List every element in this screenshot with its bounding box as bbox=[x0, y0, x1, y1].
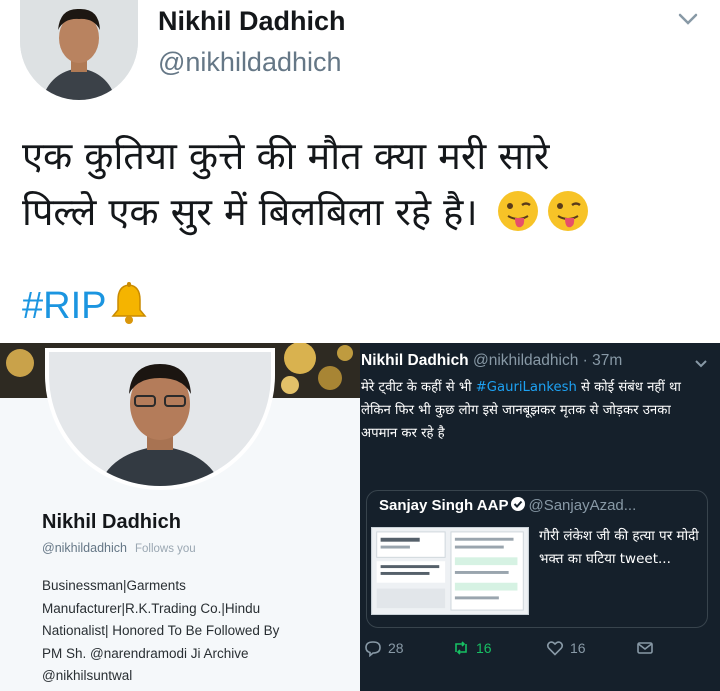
envelope-icon bbox=[637, 642, 653, 654]
bell-icon bbox=[111, 282, 148, 324]
reply-tweet: Nikhil Dadhich @nikhildadhich · 37m मेरे… bbox=[360, 343, 720, 691]
bio-line: Businessman|Garments bbox=[42, 578, 186, 593]
retweet-count: 16 bbox=[476, 640, 492, 656]
follows-you-badge: Follows you bbox=[134, 543, 196, 555]
heart-icon bbox=[546, 641, 564, 656]
author-handle[interactable]: @nikhildadhich bbox=[158, 47, 342, 78]
verified-badge-icon bbox=[511, 497, 526, 511]
tweet-text: एक कुतिया कुत्ते की मौत क्या मरी सारे पि… bbox=[22, 128, 712, 240]
bio-line: PM Sh. @narendramodi Ji Archive bbox=[42, 645, 249, 661]
bio-line: Manufacturer|R.K.Trading Co.|Hindu bbox=[42, 600, 261, 616]
author-name[interactable]: Nikhil Dadhich bbox=[158, 6, 346, 37]
retweet-button[interactable]: 16 bbox=[452, 639, 492, 657]
hashtag-text[interactable]: #RIP bbox=[22, 285, 106, 327]
profile-card: Nikhil Dadhich @nikhildadhich Follows you… bbox=[0, 343, 360, 691]
tongue-out-emoji-icon bbox=[497, 191, 538, 231]
quoted-tweet-header: Sanjay Singh AAP @SanjayAzad... bbox=[379, 497, 636, 514]
profile-name[interactable]: Nikhil Dadhich bbox=[42, 511, 181, 534]
profile-handle-text[interactable]: @nikhildadhich bbox=[42, 541, 127, 555]
quoted-author-handle[interactable]: @SanjayAzad... bbox=[528, 497, 636, 514]
chevron-down-icon[interactable] bbox=[675, 6, 701, 32]
profile-handle: @nikhildadhich Follows you bbox=[42, 541, 196, 555]
tweet-text-line-2-text: पिल्ले एक सुर में बिलबिला रहे है। bbox=[22, 190, 478, 234]
chevron-down-icon[interactable] bbox=[694, 357, 708, 371]
tongue-out-emoji-icon bbox=[547, 191, 588, 231]
like-count: 16 bbox=[570, 640, 586, 656]
quoted-author-name[interactable]: Sanjay Singh AAP bbox=[379, 497, 508, 514]
reply-tweet-header: Nikhil Dadhich @nikhildadhich · 37m bbox=[361, 352, 622, 370]
bio-line: Nationalist| Honored To Be Followed By bbox=[42, 623, 280, 638]
reply-tweet-text: मेरे ट्वीट के कहीं से भी #GauriLankesh स… bbox=[361, 376, 706, 445]
avatar[interactable] bbox=[20, 0, 138, 100]
like-button[interactable]: 16 bbox=[546, 639, 586, 657]
reply-author-name[interactable]: Nikhil Dadhich bbox=[361, 352, 469, 369]
reply-count: 28 bbox=[388, 640, 404, 656]
reply-author-handle[interactable]: @nikhildadhich · 37m bbox=[473, 352, 622, 369]
profile-avatar[interactable] bbox=[45, 348, 275, 490]
profile-bio: Businessman|Garments Manufacturer|R.K.Tr… bbox=[42, 575, 342, 688]
tweet-text-line-1: एक कुतिया कुत्ते की मौत क्या मरी सारे bbox=[22, 134, 550, 178]
tweet-text-line-2: पिल्ले एक सुर में बिलबिला रहे है। bbox=[22, 184, 712, 240]
bio-line: @nikhilsuntwal bbox=[42, 668, 133, 683]
reply-text-part: मेरे ट्वीट के कहीं से भी bbox=[361, 380, 476, 395]
quoted-tweet[interactable]: Sanjay Singh AAP @SanjayAzad... गौरी लंके… bbox=[366, 490, 708, 628]
quoted-tweet-text: गौरी लंकेश जी की हत्या पर मोदी भक्त का घ… bbox=[539, 528, 699, 567]
tweet-actions: 28 16 16 bbox=[360, 639, 720, 663]
top-tweet: Nikhil Dadhich @nikhildadhich एक कुतिया … bbox=[0, 0, 720, 343]
hashtag-link[interactable]: #RIP bbox=[22, 280, 152, 328]
reply-button[interactable]: 28 bbox=[364, 639, 404, 657]
retweet-icon bbox=[455, 641, 467, 655]
quoted-screenshot-image[interactable] bbox=[371, 527, 529, 615]
direct-message-button[interactable] bbox=[636, 639, 654, 657]
reply-icon bbox=[365, 641, 381, 657]
hashtag-link[interactable]: #GauriLankesh bbox=[476, 380, 577, 395]
